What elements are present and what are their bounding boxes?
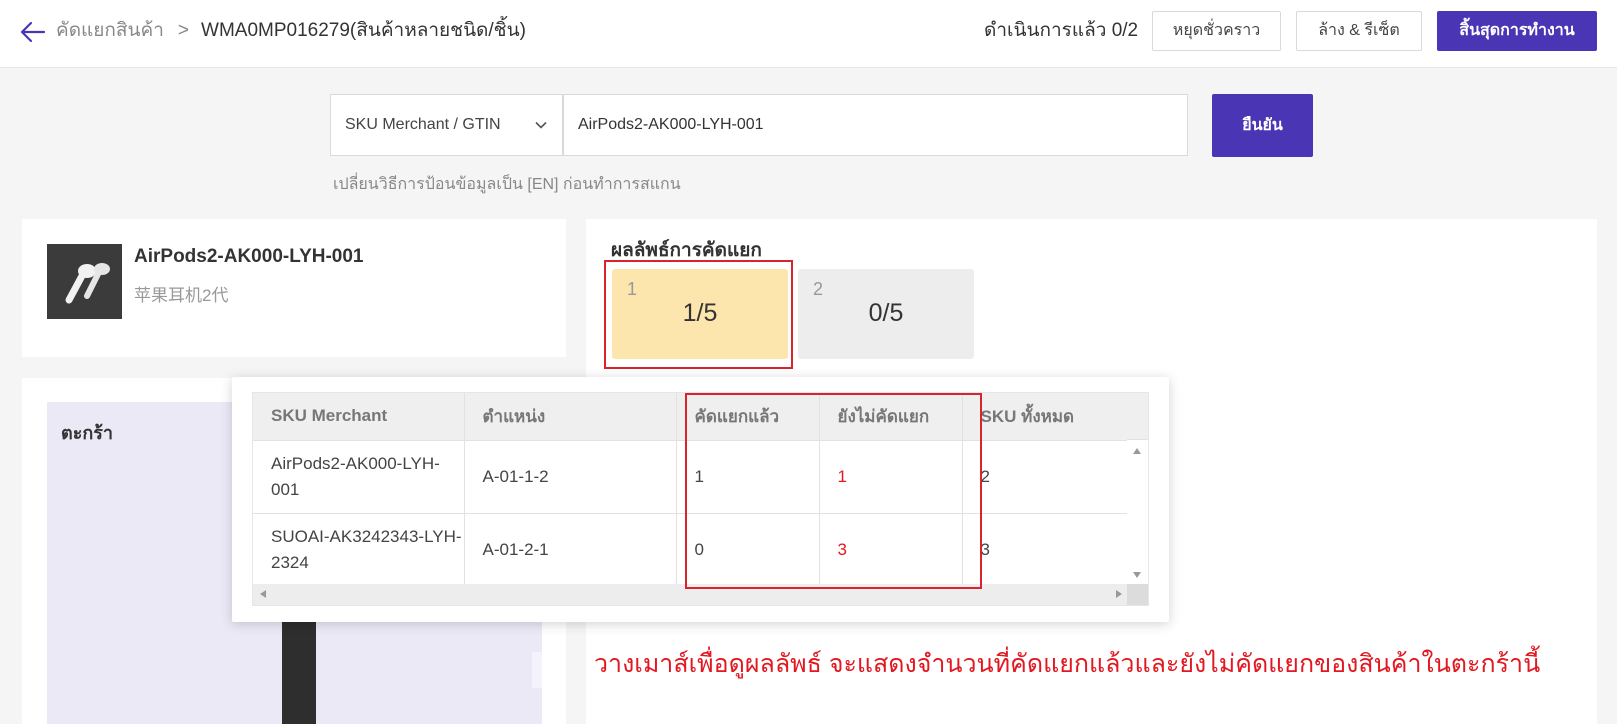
col-total: SKU ทั้งหมด xyxy=(962,393,1129,441)
cell-total: 2 xyxy=(962,440,1129,514)
cart-edge xyxy=(532,652,542,688)
back-arrow-icon[interactable] xyxy=(20,19,46,45)
cell-sku: AirPods2-AK000-LYH-001 xyxy=(253,440,465,514)
sort-detail-table: SKU Merchant ตำแหน่ง คัดแยกแล้ว ยังไม่คั… xyxy=(252,392,1149,606)
cell-location: A-01-2-1 xyxy=(464,513,677,587)
table-row: SUOAI-AK3242343-LYH-2324 A-01-2-1 0 3 3 xyxy=(253,513,1129,587)
breadcrumb-separator: > xyxy=(177,20,190,41)
cell-location: A-01-1-2 xyxy=(464,440,677,514)
header-scroll-gap xyxy=(1127,393,1148,440)
cart-title: ตะกร้า xyxy=(61,423,114,443)
result-title: ผลลัพธ์การคัดแยก xyxy=(611,240,762,261)
result-box-value: 1/5 xyxy=(682,299,718,327)
scan-type-value: SKU Merchant / GTIN xyxy=(345,116,501,133)
cell-unsorted: 1 xyxy=(819,440,963,514)
col-sku: SKU Merchant xyxy=(253,393,465,441)
col-unsorted: ยังไม่คัดแยก xyxy=(819,393,963,441)
col-location: ตำแหน่ง xyxy=(464,393,677,441)
scroll-right-icon[interactable] xyxy=(1116,590,1122,598)
scan-input[interactable]: AirPods2-AK000-LYH-001 xyxy=(563,94,1188,156)
col-sorted: คัดแยกแล้ว xyxy=(676,393,820,441)
breadcrumb-parent-link[interactable]: คัดแยกสินค้า xyxy=(56,20,164,41)
result-box-value: 0/5 xyxy=(868,299,904,327)
scroll-up-icon[interactable] xyxy=(1133,448,1141,454)
scrollbar-corner xyxy=(1127,584,1148,605)
scroll-down-icon[interactable] xyxy=(1133,572,1141,578)
cell-sku: SUOAI-AK3242343-LYH-2324 xyxy=(253,513,465,587)
result-box-index: 2 xyxy=(813,279,824,299)
airpods-icon xyxy=(47,244,122,319)
vertical-scrollbar[interactable] xyxy=(1127,440,1148,586)
scan-hint: เปลี่ยนวิธีการป้อนข้อมูลเป็น [EN] ก่อนทำ… xyxy=(333,176,681,193)
result-box-1[interactable]: 1 1/5 xyxy=(612,269,788,359)
table-header-row: SKU Merchant ตำแหน่ง คัดแยกแล้ว ยังไม่คั… xyxy=(253,393,1129,441)
reset-button[interactable]: ล้าง & รีเซ็ต xyxy=(1296,11,1422,51)
product-subtitle: 苹果耳机2代 xyxy=(134,286,229,305)
finish-button[interactable]: สิ้นสุดการทำงาน xyxy=(1437,11,1597,51)
breadcrumb-current: WMA0MP016279(สินค้าหลายชนิด/ชิ้น) xyxy=(201,20,526,41)
cart-slot-bar xyxy=(282,622,316,724)
sort-detail-popover: SKU Merchant ตำแหน่ง คัดแยกแล้ว ยังไม่คั… xyxy=(232,377,1169,622)
cell-sorted: 0 xyxy=(676,513,820,587)
cell-sorted: 1 xyxy=(676,440,820,514)
product-card: AirPods2-AK000-LYH-001 苹果耳机2代 xyxy=(22,219,566,357)
scroll-left-icon[interactable] xyxy=(260,590,266,598)
scan-type-select[interactable]: SKU Merchant / GTIN xyxy=(330,94,563,156)
breadcrumb: คัดแยกสินค้า > WMA0MP016279(สินค้าหลายชนิด… xyxy=(56,18,526,44)
horizontal-scrollbar[interactable] xyxy=(253,584,1129,605)
annotation-text: วางเมาส์เพื่อดูผลลัพธ์ จะแสดงจำนวนที่คัด… xyxy=(594,650,1541,678)
cell-total: 3 xyxy=(962,513,1129,587)
progress-text: ดำเนินการแล้ว 0/2 xyxy=(984,20,1139,41)
table-row: AirPods2-AK000-LYH-001 A-01-1-2 1 1 2 xyxy=(253,440,1129,514)
pause-button[interactable]: หยุดชั่วคราว xyxy=(1152,11,1281,51)
result-box-index: 1 xyxy=(627,279,638,299)
cell-unsorted: 3 xyxy=(819,513,963,587)
airpods-image xyxy=(47,244,122,319)
chevron-down-icon xyxy=(535,121,547,129)
product-name: AirPods2-AK000-LYH-001 xyxy=(134,246,364,267)
top-header: คัดแยกสินค้า > WMA0MP016279(สินค้าหลายชนิด… xyxy=(0,0,1617,68)
confirm-button[interactable]: ยืนยัน xyxy=(1212,94,1313,157)
result-box-2[interactable]: 2 0/5 xyxy=(798,269,974,359)
